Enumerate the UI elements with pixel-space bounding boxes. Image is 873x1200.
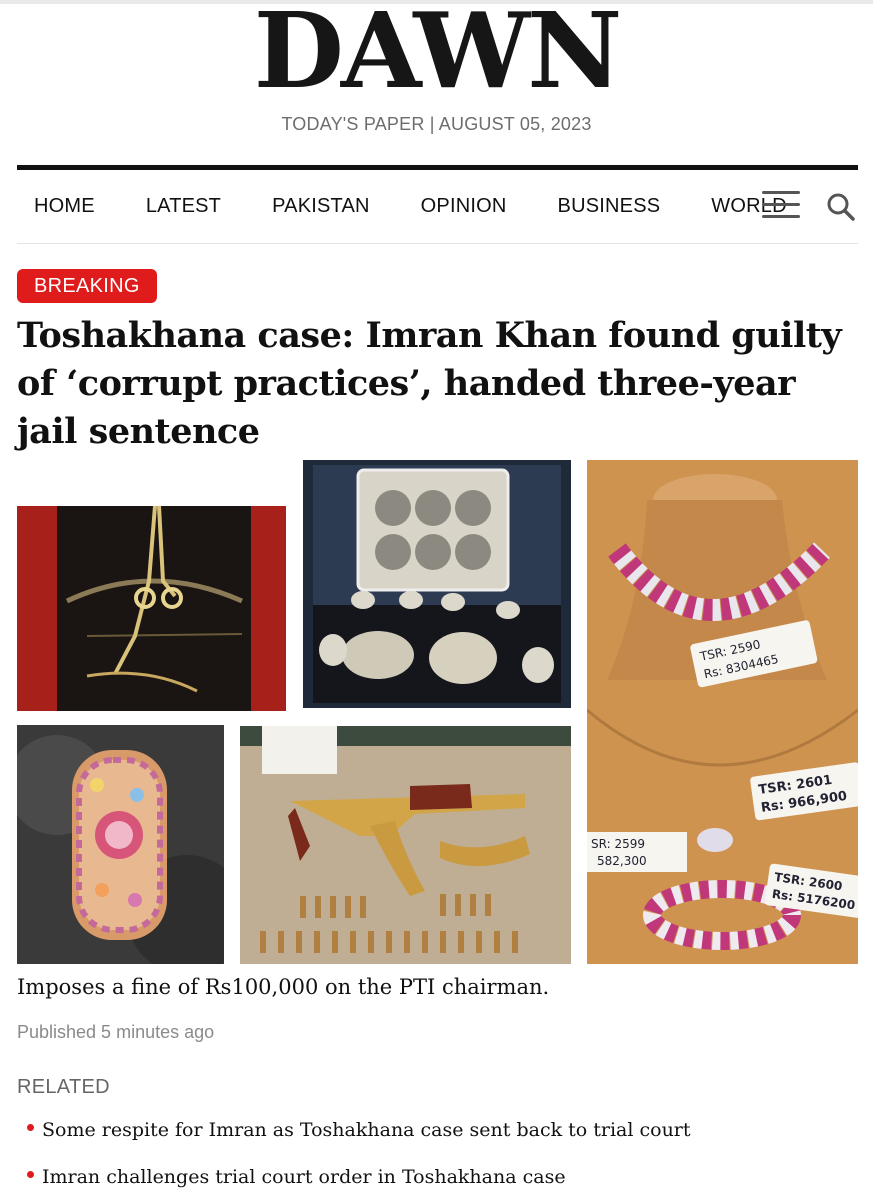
article-photo-collage[interactable]: TSR: 2590 Rs: 8304465 TSR: 2601 Rs: 966,…	[17, 460, 858, 964]
todays-paper-date[interactable]: TODAY'S PAPER | AUGUST 05, 2023	[0, 114, 873, 135]
photo-silver-tea-set	[303, 460, 571, 708]
related-heading: RELATED	[17, 1076, 110, 1098]
breaking-badge[interactable]: BREAKING	[17, 269, 157, 303]
photo-gold-rifle	[240, 726, 571, 964]
nav-pakistan[interactable]: PAKISTAN	[255, 195, 370, 218]
photo-caption: Imposes a fine of Rs100,000 on the PTI c…	[17, 975, 550, 999]
masthead-rule	[17, 165, 858, 170]
photo-jewellery-set: TSR: 2590 Rs: 8304465 TSR: 2601 Rs: 966,…	[587, 460, 858, 964]
dawn-logo[interactable]: DAWN	[0, 0, 873, 106]
main-nav: HOME LATEST PAKISTAN OPINION BUSINESS WO…	[17, 186, 821, 226]
search-icon[interactable]	[826, 192, 856, 222]
article-headline[interactable]: Toshakhana case: Imran Khan found guilty…	[17, 312, 862, 456]
related-link-2-text[interactable]: Imran challenges trial court order in To…	[42, 1166, 566, 1188]
photo-jewelled-watch	[17, 725, 224, 964]
photo-gold-scissors	[17, 506, 286, 711]
nav-home[interactable]: HOME	[17, 195, 95, 218]
nav-divider	[17, 243, 858, 244]
nav-business[interactable]: BUSINESS	[541, 195, 661, 218]
nav-latest[interactable]: LATEST	[129, 195, 221, 218]
hamburger-menu-icon[interactable]	[762, 189, 800, 219]
bullet-dot-icon	[27, 1123, 34, 1131]
related-link-2[interactable]: Imran challenges trial court order in To…	[27, 1166, 566, 1188]
tag-3-line-1: SR: 2599	[591, 837, 645, 851]
nav-opinion[interactable]: OPINION	[404, 195, 507, 218]
tag-3-line-2: 582,300	[597, 854, 647, 868]
related-link-1[interactable]: Some respite for Imran as Toshakhana cas…	[27, 1119, 691, 1141]
related-link-1-text[interactable]: Some respite for Imran as Toshakhana cas…	[42, 1119, 691, 1141]
published-time: Published 5 minutes ago	[17, 1022, 215, 1042]
bullet-dot-icon	[27, 1170, 34, 1178]
